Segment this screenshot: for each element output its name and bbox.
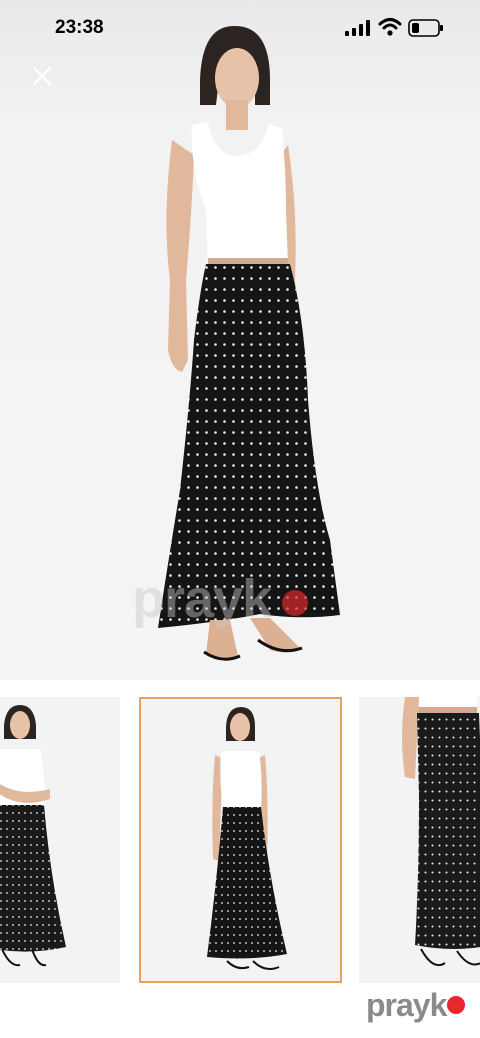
wifi-icon (378, 18, 402, 36)
battery-low-icon (408, 19, 443, 37)
watermark: prayk (132, 569, 272, 629)
brand-logo: prayk (366, 987, 447, 1023)
thumbnail-2[interactable] (139, 697, 342, 983)
thumbnail-1[interactable] (0, 697, 120, 983)
brand-logo-dot (447, 996, 465, 1014)
thumbnail-photo (207, 707, 287, 970)
close-icon[interactable] (28, 62, 56, 90)
watermark-dot (282, 590, 308, 616)
thumbnail-photo (0, 705, 66, 967)
thumbnail-3[interactable] (359, 697, 480, 983)
status-time: 23:38 (55, 17, 104, 38)
product-image-viewer[interactable]: 23:38 prayk (0, 0, 480, 680)
thumbnail-photo (402, 697, 480, 967)
